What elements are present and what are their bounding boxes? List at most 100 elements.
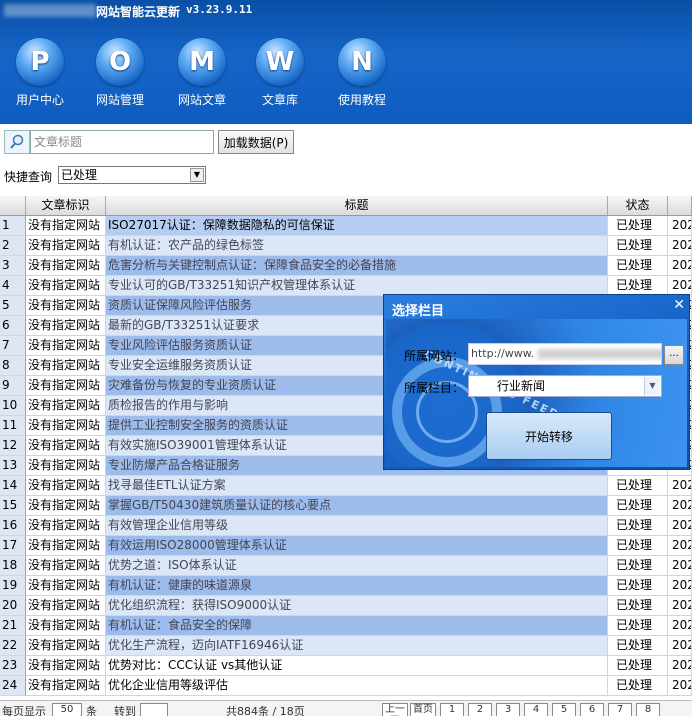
close-icon[interactable]: ✕: [673, 297, 685, 313]
row-status: 已处理: [608, 216, 668, 236]
page-button[interactable]: 8: [636, 703, 660, 716]
row-title: 找寻最佳ETL认证方案: [106, 476, 608, 496]
pager: 每页显示 50 条 转到 共884条 / 18页 上一页 首页 12345678: [0, 700, 692, 716]
nav-label: 用户中心: [15, 93, 64, 107]
row-title: ISO27017认证：保障数据隐私的可信保证: [106, 216, 608, 236]
row-title: 专业认可的GB/T33251知识产权管理体系认证: [106, 276, 608, 296]
column-select-value: 行业新闻: [497, 379, 546, 393]
goto-page-input[interactable]: [140, 703, 168, 716]
row-article-tag: 没有指定网站: [26, 476, 106, 496]
column-label: 所属栏目：: [404, 381, 465, 395]
row-number: 3: [0, 256, 26, 276]
row-title: 优化企业信用等级评估: [106, 676, 608, 696]
table-row[interactable]: 17没有指定网站有效运用ISO28000管理体系认证已处理202: [0, 536, 692, 556]
table-row[interactable]: 22没有指定网站优化生产流程，迈向IATF16946认证已处理202: [0, 636, 692, 656]
table-row[interactable]: 1没有指定网站ISO27017认证：保障数据隐私的可信保证已处理202: [0, 216, 692, 236]
table-row[interactable]: 20没有指定网站优化组织流程：获得ISO9000认证已处理202: [0, 596, 692, 616]
nav-label: 使用教程: [337, 93, 386, 107]
table-row[interactable]: 24没有指定网站优化企业信用等级评估已处理202: [0, 676, 692, 696]
browse-button[interactable]: ...: [664, 345, 684, 365]
row-number: 9: [0, 376, 26, 396]
nav-ball-icon: M: [178, 38, 226, 86]
row-date: 202: [668, 236, 692, 256]
row-article-tag: 没有指定网站: [26, 316, 106, 336]
article-title-search-input[interactable]: [30, 130, 214, 154]
nav-button-0[interactable]: P 用户中心: [8, 38, 72, 110]
row-status: 已处理: [608, 476, 668, 496]
row-title: 有机认证：农产品的绿色标签: [106, 236, 608, 256]
page-button[interactable]: 6: [580, 703, 604, 716]
column-header-tag[interactable]: 文章标识: [26, 196, 106, 216]
first-page-button[interactable]: 首页: [410, 703, 436, 716]
row-number: 4: [0, 276, 26, 296]
table-row[interactable]: 2没有指定网站有机认证：农产品的绿色标签已处理202: [0, 236, 692, 256]
page-button[interactable]: 3: [496, 703, 520, 716]
nav-button-4[interactable]: N 使用教程: [330, 38, 394, 110]
nav-label: 网站管理: [95, 93, 144, 107]
quick-query-label: 快捷查询: [4, 170, 53, 184]
load-data-button[interactable]: 加载数据(P): [218, 130, 294, 154]
nav-button-1[interactable]: O 网站管理: [88, 38, 152, 110]
row-number: 22: [0, 636, 26, 656]
page-button[interactable]: 4: [524, 703, 548, 716]
site-url-field[interactable]: http://www.: [468, 343, 662, 365]
row-title: 掌握GB/T50430建筑质量认证的核心要点: [106, 496, 608, 516]
row-article-tag: 没有指定网站: [26, 496, 106, 516]
row-status: 已处理: [608, 496, 668, 516]
table-row[interactable]: 15没有指定网站掌握GB/T50430建筑质量认证的核心要点已处理202: [0, 496, 692, 516]
row-date: 202: [668, 476, 692, 496]
nav-button-2[interactable]: M 网站文章: [170, 38, 234, 110]
pager-total: 共884条 / 18页: [226, 705, 305, 716]
table-row[interactable]: 19没有指定网站有机认证：健康的味道源泉已处理202: [0, 576, 692, 596]
column-header-status[interactable]: 状态: [608, 196, 668, 216]
chevron-down-icon[interactable]: ▼: [190, 168, 204, 182]
page-button[interactable]: 7: [608, 703, 632, 716]
row-article-tag: 没有指定网站: [26, 576, 106, 596]
table-row[interactable]: 16没有指定网站有效管理企业信用等级已处理202: [0, 516, 692, 536]
row-article-tag: 没有指定网站: [26, 216, 106, 236]
row-date: 202: [668, 656, 692, 676]
chevron-down-icon[interactable]: ▼: [644, 377, 660, 395]
app-title: 网站智能云更新: [96, 5, 181, 19]
column-select[interactable]: 行业新闻 ▼: [468, 375, 662, 397]
column-header-date[interactable]: [668, 196, 692, 216]
row-article-tag: 没有指定网站: [26, 656, 106, 676]
per-page-input[interactable]: 50: [52, 703, 82, 716]
row-number: 2: [0, 236, 26, 256]
table-row[interactable]: 14没有指定网站找寻最佳ETL认证方案已处理202: [0, 476, 692, 496]
row-article-tag: 没有指定网站: [26, 676, 106, 696]
row-number: 24: [0, 676, 26, 696]
prev-page-button[interactable]: 上一页: [382, 703, 408, 716]
page-button[interactable]: 5: [552, 703, 576, 716]
row-date: 202: [668, 556, 692, 576]
table-row[interactable]: 23没有指定网站优势对比：CCC认证 vs其他认证已处理202: [0, 656, 692, 676]
row-number: 12: [0, 436, 26, 456]
row-article-tag: 没有指定网站: [26, 636, 106, 656]
row-number: 5: [0, 296, 26, 316]
row-article-tag: 没有指定网站: [26, 536, 106, 556]
row-article-tag: 没有指定网站: [26, 396, 106, 416]
row-status: 已处理: [608, 276, 668, 296]
table-row[interactable]: 4没有指定网站专业认可的GB/T33251知识产权管理体系认证已处理202: [0, 276, 692, 296]
row-number: 17: [0, 536, 26, 556]
row-number: 13: [0, 456, 26, 476]
table-row[interactable]: 18没有指定网站优势之道：ISO体系认证已处理202: [0, 556, 692, 576]
start-transfer-button[interactable]: 开始转移: [486, 412, 612, 460]
per-page-unit: 条: [86, 705, 97, 716]
row-title: 有机认证：食品安全的保障: [106, 616, 608, 636]
row-number: 1: [0, 216, 26, 236]
page-button[interactable]: 2: [468, 703, 492, 716]
row-article-tag: 没有指定网站: [26, 596, 106, 616]
row-title: 有效运用ISO28000管理体系认证: [106, 536, 608, 556]
search-icon[interactable]: [4, 130, 30, 154]
nav-button-3[interactable]: W 文章库: [248, 38, 312, 110]
table-row[interactable]: 21没有指定网站有机认证：食品安全的保障已处理202: [0, 616, 692, 636]
row-date: 202: [668, 616, 692, 636]
row-date: 202: [668, 516, 692, 536]
row-number: 15: [0, 496, 26, 516]
column-header-title[interactable]: 标题: [106, 196, 608, 216]
row-title: 有效管理企业信用等级: [106, 516, 608, 536]
page-button[interactable]: 1: [440, 703, 464, 716]
quick-query-select[interactable]: 已处理 ▼: [58, 166, 206, 184]
table-row[interactable]: 3没有指定网站危害分析与关键控制点认证：保障食品安全的必备措施已处理202: [0, 256, 692, 276]
